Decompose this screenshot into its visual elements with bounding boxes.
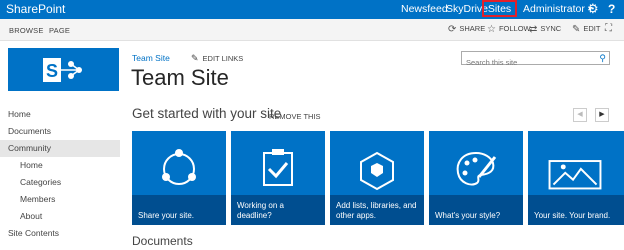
- tile-deadline[interactable]: Working on a deadline?: [231, 131, 325, 225]
- pencil-icon: ✎: [572, 24, 581, 35]
- tile-add-apps[interactable]: Add lists, libraries, and other apps.: [330, 131, 424, 225]
- nav-item-community-home[interactable]: Home: [0, 157, 120, 174]
- tile-caption: Add lists, libraries, and other apps.: [330, 195, 424, 225]
- share-label: SHARE: [459, 24, 486, 33]
- follow-label: FOLLOW: [498, 24, 531, 33]
- user-menu[interactable]: Administrator ▼: [523, 3, 594, 15]
- nav-item-about[interactable]: About: [0, 208, 120, 225]
- share-network-icon: [162, 149, 196, 185]
- tile-caption: Share your site.: [132, 195, 226, 225]
- sync-button[interactable]: ⇄ SYNC: [529, 24, 561, 35]
- pencil-icon: ✎: [191, 53, 199, 63]
- page-title: Team Site: [131, 65, 229, 90]
- svg-text:S: S: [46, 61, 58, 81]
- search-input[interactable]: [462, 56, 592, 69]
- tile-caption: Your site. Your brand.: [528, 195, 624, 225]
- search-icon[interactable]: ⚲: [599, 53, 606, 64]
- newsfeed-link[interactable]: Newsfeed: [401, 3, 448, 15]
- hexagon-app-icon: [360, 151, 394, 191]
- clipboard-check-icon: [263, 149, 293, 186]
- user-name: Administrator: [523, 3, 585, 15]
- previous-button[interactable]: ◀: [573, 108, 587, 122]
- suite-bar: SharePoint Newsfeed SkyDrive Sites Admin…: [0, 0, 624, 19]
- ribbon: BROWSE PAGE ⟳ SHARE ☆ FOLLOW ⇄ SYNC ✎ EDIT ⛶: [0, 19, 624, 41]
- documents-heading[interactable]: Documents: [132, 234, 193, 248]
- landscape-image-icon: [548, 160, 602, 190]
- focus-mode-button[interactable]: ⛶: [605, 23, 615, 34]
- tile-brand[interactable]: Your site. Your brand.: [528, 131, 624, 225]
- edit-label: EDIT: [583, 24, 601, 33]
- tile-style[interactable]: What's your style?: [429, 131, 523, 225]
- nav-item-home[interactable]: Home: [0, 106, 120, 123]
- tile-share-site[interactable]: Share your site.: [132, 131, 226, 225]
- sync-icon: ⇄: [529, 24, 538, 35]
- quick-launch: Home Documents Community Home Categories…: [0, 106, 120, 242]
- follow-button[interactable]: ☆ FOLLOW: [487, 24, 531, 35]
- fullscreen-icon: ⛶: [605, 23, 612, 34]
- breadcrumb[interactable]: Team Site: [132, 53, 170, 63]
- nav-item-documents[interactable]: Documents: [0, 123, 120, 140]
- share-icon: ⟳: [448, 24, 457, 35]
- tab-page[interactable]: PAGE: [49, 26, 70, 35]
- remove-this-link[interactable]: REMOVE THIS: [269, 112, 321, 121]
- edit-button[interactable]: ✎ EDIT: [572, 24, 600, 35]
- get-started-title: Get started with your site: [132, 106, 282, 121]
- star-icon: ☆: [487, 24, 496, 35]
- sites-link[interactable]: Sites: [482, 0, 517, 17]
- chevron-right-icon: ▶: [599, 111, 605, 118]
- nav-item-members[interactable]: Members: [0, 191, 120, 208]
- tile-caption: What's your style?: [429, 195, 523, 225]
- nav-item-community[interactable]: Community: [0, 140, 120, 157]
- palette-icon: [456, 151, 497, 186]
- search-box: ⚲: [461, 51, 610, 69]
- share-button[interactable]: ⟳ SHARE: [448, 24, 485, 35]
- edit-links-label: EDIT LINKS: [202, 54, 244, 63]
- sync-label: SYNC: [540, 24, 562, 33]
- sharepoint-logo-icon: S: [43, 58, 82, 82]
- edit-links-button[interactable]: ✎ EDIT LINKS: [191, 53, 243, 64]
- gear-icon[interactable]: ⚙: [587, 1, 599, 17]
- tab-browse[interactable]: BROWSE: [9, 26, 44, 35]
- tile-caption: Working on a deadline?: [231, 195, 325, 225]
- help-icon[interactable]: ?: [608, 2, 615, 16]
- nav-item-site-contents[interactable]: Site Contents: [0, 225, 120, 242]
- next-button[interactable]: ▶: [595, 108, 609, 122]
- brand-link[interactable]: SharePoint: [6, 2, 65, 16]
- nav-item-categories[interactable]: Categories: [0, 174, 120, 191]
- site-logo[interactable]: S: [8, 48, 119, 91]
- chevron-left-icon: ◀: [577, 111, 583, 118]
